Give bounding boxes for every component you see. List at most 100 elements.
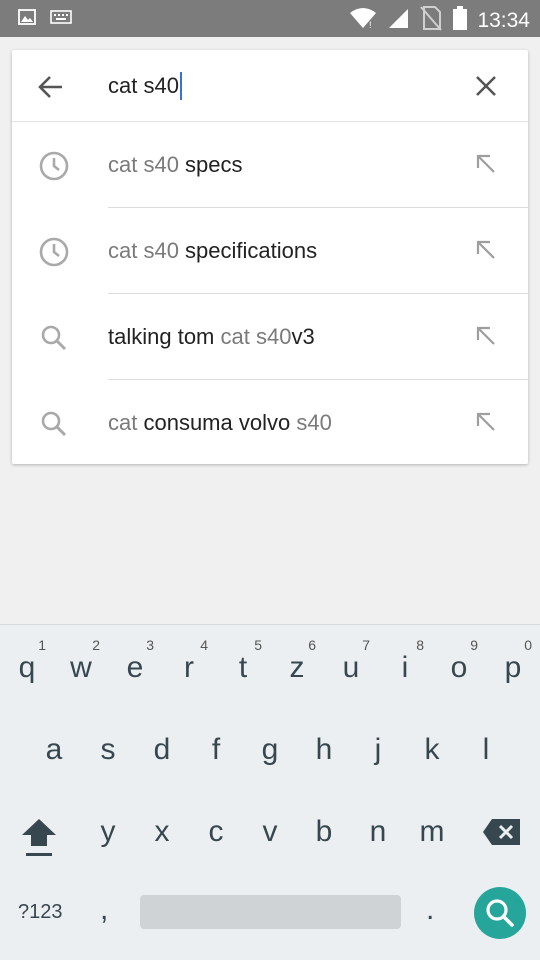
- text-cursor: [179, 72, 182, 100]
- key-letter: d: [153, 733, 171, 766]
- key-letter: l: [482, 733, 490, 766]
- search-icon: [38, 408, 70, 440]
- key-letter: m: [419, 815, 445, 848]
- backspace-key-icon[interactable]: [482, 817, 522, 847]
- suggestion-text: cat consuma volvo s40: [108, 410, 332, 436]
- key-number-hint: 3: [146, 637, 154, 653]
- history-icon: [38, 150, 70, 182]
- on-screen-keyboard: q1w2e3r4t5z6u7i8o9p0asdfghjklyxcvbnm ?12…: [0, 624, 540, 960]
- keyboard-key[interactable]: z6: [270, 629, 324, 709]
- fill-query-arrow-icon[interactable]: [474, 152, 498, 176]
- keyboard-search-button[interactable]: [474, 887, 526, 939]
- key-number-hint: 9: [470, 637, 478, 653]
- no-sim-icon: [419, 5, 443, 36]
- suggestion-item[interactable]: talking tom cat s40v3: [12, 294, 528, 380]
- search-icon: [486, 899, 514, 927]
- keyboard-key[interactable]: p0: [486, 629, 540, 709]
- keyboard-key[interactable]: n: [351, 793, 405, 873]
- search-input[interactable]: cat s40: [108, 72, 182, 100]
- keyboard-key[interactable]: s: [81, 711, 135, 791]
- key-number-hint: 8: [416, 637, 424, 653]
- keyboard-key[interactable]: w2: [54, 629, 108, 709]
- arrow-back-icon[interactable]: [36, 72, 66, 102]
- fill-query-arrow-icon[interactable]: [474, 410, 498, 434]
- key-letter: o: [450, 651, 468, 684]
- key-letter: p: [504, 651, 522, 684]
- space-key[interactable]: [140, 895, 401, 929]
- keyboard-key[interactable]: i8: [378, 629, 432, 709]
- key-letter: t: [238, 651, 248, 684]
- suggestion-item[interactable]: cat consuma volvo s40: [12, 380, 528, 466]
- keyboard-key[interactable]: d: [135, 711, 189, 791]
- key-letter: k: [424, 733, 440, 766]
- key-letter: n: [369, 815, 387, 848]
- battery-icon: [453, 6, 468, 35]
- key-number-hint: 5: [254, 637, 262, 653]
- keyboard-notification-icon: [50, 10, 72, 29]
- key-letter: e: [126, 651, 144, 684]
- suggestion-text: cat s40 specifications: [108, 238, 317, 264]
- search-suggestions-card: cat s40 cat s40 specs cat s40 specificati…: [12, 50, 528, 464]
- key-letter: x: [154, 815, 170, 848]
- suggestion-text-part: s40: [296, 410, 332, 435]
- keyboard-key[interactable]: m: [405, 793, 459, 873]
- keyboard-key[interactable]: u7: [324, 629, 378, 709]
- signal-icon: [387, 7, 409, 34]
- keyboard-key[interactable]: q1: [0, 629, 54, 709]
- keyboard-key[interactable]: a: [27, 711, 81, 791]
- key-letter: z: [289, 651, 305, 684]
- key-letter: s: [100, 733, 116, 766]
- key-number-hint: 6: [308, 637, 316, 653]
- keyboard-key[interactable]: y: [81, 793, 135, 873]
- suggestion-text: talking tom cat s40v3: [108, 324, 315, 350]
- keyboard-key[interactable]: e3: [108, 629, 162, 709]
- key-letter: v: [262, 815, 278, 848]
- key-letter: b: [315, 815, 333, 848]
- key-letter: j: [374, 733, 382, 766]
- keyboard-key[interactable]: r4: [162, 629, 216, 709]
- key-letter: c: [208, 815, 224, 848]
- key-letter: r: [184, 651, 194, 684]
- keyboard-key[interactable]: b: [297, 793, 351, 873]
- search-query-text: cat s40: [108, 73, 179, 98]
- suggestion-text-part: cat s40: [220, 324, 292, 349]
- status-time: 13:34: [477, 8, 530, 32]
- key-letter: g: [261, 733, 279, 766]
- suggestion-item[interactable]: cat s40 specifications: [12, 208, 528, 294]
- key-number-hint: 2: [92, 637, 100, 653]
- fill-query-arrow-icon[interactable]: [474, 324, 498, 348]
- keyboard-key[interactable]: o9: [432, 629, 486, 709]
- suggestion-text-part: consuma volvo: [143, 410, 297, 435]
- image-notification-icon: [18, 9, 36, 30]
- keyboard-key[interactable]: c: [189, 793, 243, 873]
- suggestion-text-part: specifications: [185, 238, 318, 263]
- keyboard-key[interactable]: v: [243, 793, 297, 873]
- key-letter: i: [401, 651, 409, 684]
- key-letter: y: [100, 815, 116, 848]
- comma-key[interactable]: ,: [100, 893, 108, 927]
- key-number-hint: 1: [38, 637, 46, 653]
- keyboard-key[interactable]: k: [405, 711, 459, 791]
- close-icon[interactable]: [472, 72, 500, 100]
- key-letter: u: [342, 651, 360, 684]
- keyboard-key[interactable]: t5: [216, 629, 270, 709]
- key-letter: h: [315, 733, 333, 766]
- suggestion-text-part: specs: [185, 152, 243, 177]
- key-letter: w: [70, 651, 92, 684]
- keyboard-key[interactable]: j: [351, 711, 405, 791]
- fill-query-arrow-icon[interactable]: [474, 238, 498, 262]
- symbols-key[interactable]: ?123: [18, 901, 63, 924]
- keyboard-key[interactable]: f: [189, 711, 243, 791]
- keyboard-key[interactable]: h: [297, 711, 351, 791]
- keyboard-key[interactable]: g: [243, 711, 297, 791]
- key-letter: a: [45, 733, 63, 766]
- keyboard-key[interactable]: x: [135, 793, 189, 873]
- suggestion-item[interactable]: cat s40 specs: [12, 122, 528, 208]
- period-key[interactable]: .: [426, 893, 434, 927]
- shift-key-icon[interactable]: [20, 815, 58, 861]
- suggestion-text-part: talking tom: [108, 324, 221, 349]
- suggestion-text-part: cat s40: [108, 238, 186, 263]
- key-number-hint: 0: [524, 637, 532, 653]
- key-letter: q: [18, 651, 36, 684]
- keyboard-key[interactable]: l: [459, 711, 513, 791]
